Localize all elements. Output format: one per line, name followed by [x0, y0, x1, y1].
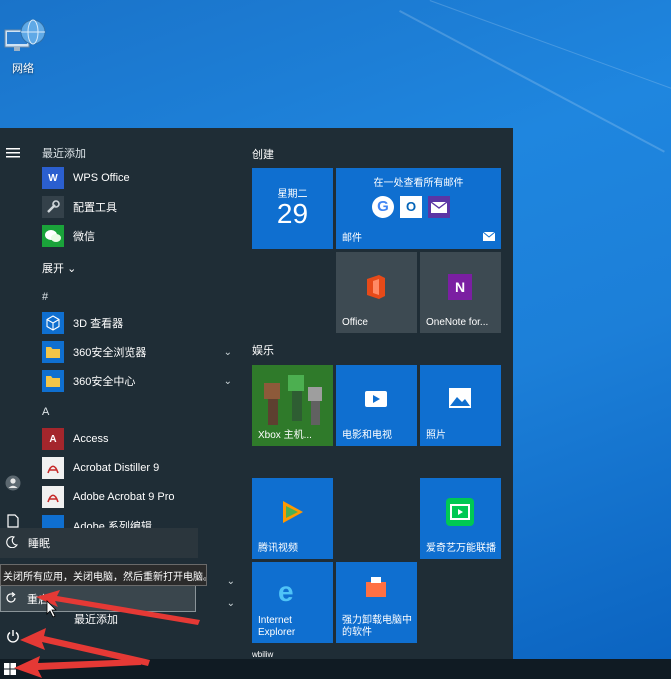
- ie-label: Internet Explorer: [258, 615, 296, 638]
- app-wechat[interactable]: 微信: [42, 223, 238, 249]
- uninstall-label: 强力卸载电脑中的软件: [342, 615, 412, 638]
- chevron-down-icon[interactable]: ⌄: [227, 576, 235, 587]
- tile-uninstaller[interactable]: 强力卸载电脑中的软件: [336, 562, 417, 643]
- envelope-icon: [428, 196, 450, 218]
- expand-link[interactable]: 展开 ⌄: [42, 260, 76, 276]
- chevron-down-icon: ⌄: [67, 263, 77, 275]
- tile-photos[interactable]: 照片: [420, 365, 501, 446]
- photos-icon: [448, 387, 472, 412]
- desktop-network-icon[interactable]: 网络: [0, 18, 46, 76]
- group-entertainment: 娱乐: [252, 345, 274, 357]
- mail-small-icon: [482, 230, 496, 244]
- access-icon: A: [42, 428, 64, 450]
- app-label: 360安全中心: [73, 376, 136, 388]
- app-label: WPS Office: [73, 172, 130, 184]
- mail-provider-icons: G O: [372, 196, 450, 218]
- tile-tencent-video[interactable]: 腾讯视频: [252, 478, 333, 559]
- folder-icon: [42, 370, 64, 392]
- expand-label: 展开: [42, 263, 64, 275]
- user-account-icon[interactable]: [4, 474, 22, 492]
- photos-label: 照片: [426, 430, 446, 441]
- acrobat-icon: [42, 457, 64, 479]
- chevron-down-icon[interactable]: ⌄: [224, 376, 232, 387]
- restart-label: 重启: [27, 594, 49, 606]
- app-label: 3D 查看器: [73, 318, 124, 330]
- app-label: 微信: [73, 231, 95, 243]
- tools-icon: [42, 196, 64, 218]
- wechat-icon: [42, 225, 64, 247]
- outlook-icon: O: [400, 196, 422, 218]
- tile-calendar[interactable]: 星期二 29: [252, 168, 333, 249]
- cube-icon: [42, 312, 64, 334]
- onenote-label: OneNote for...: [426, 317, 489, 328]
- app-360-browser[interactable]: 360安全浏览器 ⌄: [42, 339, 238, 365]
- mail-heading: 在一处查看所有邮件: [373, 178, 464, 189]
- acrobat-icon: [42, 486, 64, 508]
- section-hash: #: [42, 291, 49, 303]
- office-label: Office: [342, 317, 368, 328]
- tile-onenote[interactable]: N OneNote for...: [420, 252, 501, 333]
- power-icon[interactable]: [4, 627, 22, 645]
- app-acrobat-distiller[interactable]: Acrobat Distiller 9: [42, 455, 238, 481]
- app-label: Access: [73, 433, 109, 445]
- tencent-label: 腾讯视频: [258, 543, 298, 554]
- power-menu-sleep[interactable]: 睡眠: [0, 528, 198, 558]
- google-icon: G: [372, 196, 394, 218]
- windows-start-icon[interactable]: [4, 663, 16, 678]
- group-partial: wbiliw: [252, 650, 274, 659]
- app-360-security[interactable]: 360安全中心 ⌄: [42, 368, 238, 394]
- app-label: 最近添加: [74, 614, 118, 626]
- app-label: Acrobat Distiller 9: [73, 462, 160, 474]
- uninstall-icon: [364, 576, 388, 601]
- tile-internet-explorer[interactable]: e Internet Explorer: [252, 562, 333, 643]
- restart-icon: [5, 591, 17, 607]
- power-menu-restart[interactable]: 重启: [0, 584, 196, 612]
- movies-label: 电影和电视: [342, 430, 392, 441]
- app-label: 360安全浏览器: [73, 347, 147, 359]
- hamburger-menu-icon[interactable]: [4, 144, 22, 162]
- network-icon: [3, 18, 46, 58]
- tile-movies-tv[interactable]: 电影和电视: [336, 365, 417, 446]
- mail-label: 邮件: [342, 233, 362, 244]
- tile-mail[interactable]: 在一处查看所有邮件 G O 邮件: [336, 168, 501, 249]
- ie-icon: e: [278, 576, 294, 607]
- group-create: 创建: [252, 149, 274, 161]
- recent-header: 最近添加: [42, 148, 86, 160]
- section-a: A: [42, 406, 50, 418]
- tile-xbox[interactable]: Xbox 主机...: [252, 365, 333, 446]
- xbox-label: Xbox 主机...: [258, 430, 312, 441]
- app-label: Adobe Acrobat 9 Pro: [73, 491, 175, 503]
- app-3d-viewer[interactable]: 3D 查看器: [42, 310, 238, 336]
- restart-tooltip: 关闭所有应用，关闭电脑，然后重新打开电脑。: [0, 564, 207, 586]
- office-icon: [364, 274, 388, 303]
- sleep-label: 睡眠: [28, 538, 50, 550]
- app-wps-office[interactable]: W WPS Office: [42, 165, 238, 191]
- tiles-area: 创建 星期二 29 在一处查看所有邮件 G O 邮件 Office N OneN…: [241, 128, 513, 659]
- app-config-tool[interactable]: 配置工具: [42, 194, 238, 220]
- chevron-down-icon[interactable]: ⌄: [224, 347, 232, 358]
- moon-icon: [6, 535, 18, 551]
- folder-icon: [42, 341, 64, 363]
- iqiyi-icon: [446, 498, 474, 526]
- tencent-video-icon: [278, 498, 306, 529]
- tile-iqiyi[interactable]: 爱奇艺万能联播: [420, 478, 501, 559]
- app-label: 配置工具: [73, 202, 117, 214]
- tile-office[interactable]: Office: [336, 252, 417, 333]
- onenote-icon: N: [448, 274, 472, 300]
- desktop-network-label: 网络: [12, 63, 34, 75]
- film-icon: [364, 387, 388, 414]
- app-adobe-acrobat[interactable]: Adobe Acrobat 9 Pro: [42, 484, 238, 510]
- iqiyi-label: 爱奇艺万能联播: [426, 543, 496, 554]
- calendar-date: 29: [276, 198, 309, 229]
- app-access[interactable]: A Access: [42, 426, 238, 452]
- taskbar: [0, 659, 671, 679]
- wps-icon: W: [42, 167, 64, 189]
